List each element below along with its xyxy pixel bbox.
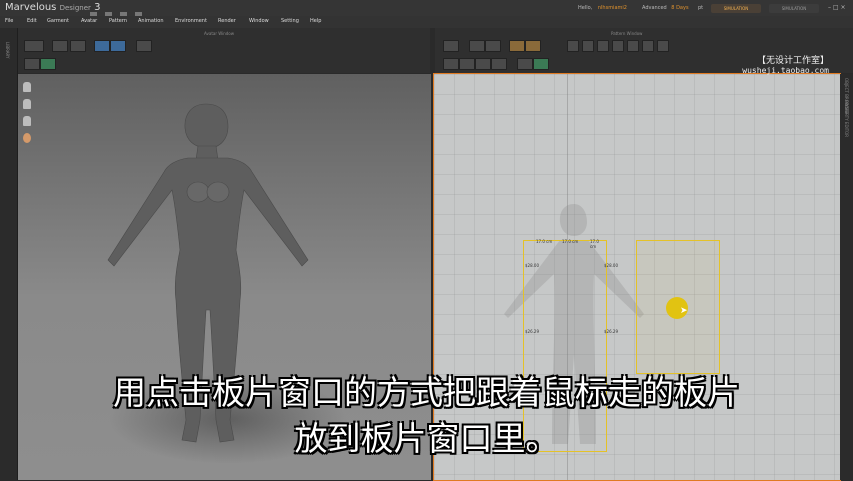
fold-tool-icon[interactable] (94, 40, 110, 52)
internal-circle-icon[interactable] (597, 40, 609, 52)
measure-label: $26.29 (525, 329, 539, 334)
mouse-pointer-icon: ➤ (680, 306, 688, 316)
garment-display-icon[interactable] (23, 116, 31, 126)
watermark-url: wusheji.taobao.com (742, 66, 829, 75)
menu-edit[interactable]: Edit (27, 18, 37, 24)
menu-bar: File Edit Garment Avatar Pattern Animati… (0, 16, 853, 28)
edit-point-icon[interactable] (469, 40, 485, 52)
menu-pattern[interactable]: Pattern (109, 18, 127, 24)
avatar-body-icon[interactable] (23, 99, 31, 109)
app-name: Marvelous (5, 2, 57, 13)
segment-sewing-icon[interactable] (443, 58, 459, 70)
trace-tool-icon[interactable] (642, 40, 654, 52)
license-status: Advanced 8 Days (642, 5, 689, 11)
sew-tool-icon[interactable] (657, 40, 669, 52)
menu-file[interactable]: File (5, 18, 13, 24)
transform-pattern-icon[interactable] (443, 40, 459, 52)
edit-sewing-icon[interactable] (475, 58, 491, 70)
measure-label: $26.29 (604, 329, 618, 334)
move-tool-icon[interactable] (24, 58, 40, 70)
transform-tool-icon[interactable] (40, 58, 56, 70)
arrange-tool-icon[interactable] (110, 40, 126, 52)
subtitle-line-1: 用点击板片窗口的方式把跟着鼠标走的板片 (113, 373, 740, 412)
avatar-display-icon[interactable] (23, 82, 31, 92)
polygon-tool-icon[interactable] (509, 40, 525, 52)
license-type: Advanced (642, 5, 667, 11)
simulation-mode-button[interactable]: SIMULATION (769, 4, 819, 13)
pattern-window-title: Pattern Window (611, 31, 643, 36)
menu-animation[interactable]: Animation (138, 18, 164, 24)
library-label: LIBRARY (5, 42, 10, 59)
measure-tool-icon[interactable] (136, 40, 152, 52)
texture-tool-icon[interactable] (517, 58, 533, 70)
watermark-title: 【无设计工作室】 (756, 56, 829, 66)
menu-setting[interactable]: Setting (281, 18, 299, 24)
measure-label: $28.00 (525, 263, 539, 268)
menu-window[interactable]: Window (249, 18, 269, 24)
avatar-window-title: Avatar Window (204, 31, 235, 36)
measure-label: 17.0 cm (562, 239, 579, 244)
notch-tool-icon[interactable] (627, 40, 639, 52)
internal-rect-icon[interactable] (582, 40, 594, 52)
menu-render[interactable]: Render (218, 18, 236, 24)
free-sewing-icon[interactable] (459, 58, 475, 70)
avatar-face-icon[interactable] (23, 133, 31, 143)
measure-label: $28.00 (604, 263, 618, 268)
graphic-tool-icon[interactable] (533, 58, 549, 70)
rectangle-tool-icon[interactable] (525, 40, 541, 52)
internal-line-icon[interactable] (567, 40, 579, 52)
menu-environment[interactable]: Environment (175, 18, 207, 24)
app-logo: Marvelous Designer 3 (5, 2, 101, 13)
tack-tool-icon[interactable] (491, 58, 507, 70)
hello-label: Hello, (578, 5, 593, 11)
edit-curve-icon[interactable] (485, 40, 501, 52)
pin-tool-icon[interactable] (70, 40, 86, 52)
select-tool-icon[interactable] (52, 40, 68, 52)
simulation-button[interactable]: SIMULATION (711, 4, 761, 13)
avatar-toolbar: Avatar Window (18, 28, 430, 73)
menu-garment[interactable]: Garment (47, 18, 69, 24)
title-bar: Marvelous Designer 3 Hello, nlhsmiami2 A… (0, 0, 853, 19)
measure-label: 17.0 cm (590, 239, 599, 249)
menu-help[interactable]: Help (310, 18, 321, 24)
user-greeting: Hello, nlhsmiami2 (578, 5, 627, 11)
measure-label: 17.0 cm (536, 239, 553, 244)
language-indicator[interactable]: pt (698, 5, 703, 11)
app-subname: Designer (59, 4, 91, 12)
object-browser-label: OBJECT BROWSER (844, 78, 849, 115)
window-controls[interactable]: – □ × (828, 4, 846, 11)
view-mode-dropdown[interactable] (24, 40, 44, 52)
license-days: 8 Days (671, 5, 689, 11)
menu-avatar[interactable]: Avatar (81, 18, 97, 24)
username[interactable]: nlhsmiami2 (598, 5, 627, 11)
dart-tool-icon[interactable] (612, 40, 624, 52)
subtitle-line-2: 放到板片窗口里。 (294, 419, 559, 458)
